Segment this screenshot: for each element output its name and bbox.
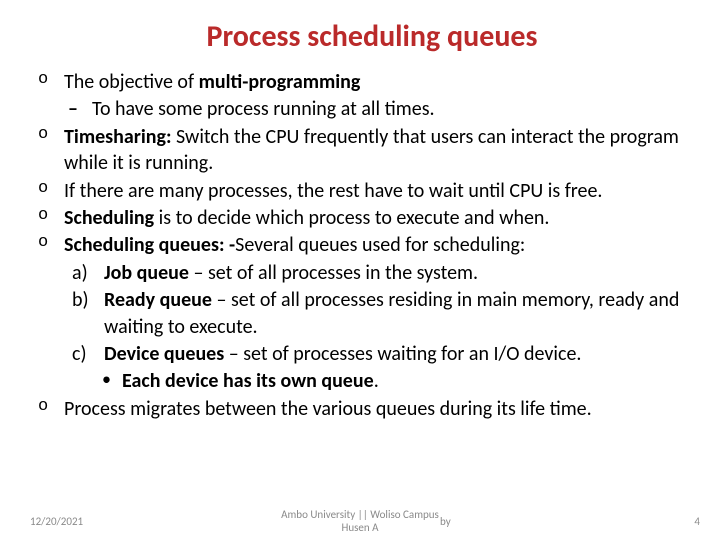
bullet-objective: The objective of multi-programming [34, 69, 710, 95]
footer-center-line1: Ambo University || Woliso Campus [281, 508, 439, 521]
bold-text: multi-programming [199, 70, 361, 94]
subbullet-objective: To have some process running at all time… [34, 96, 710, 122]
slide: Process scheduling queues The objective … [0, 0, 720, 540]
alpha-marker: a) [72, 260, 88, 286]
bold-text: Scheduling [64, 206, 154, 230]
subbullet-devicequeues: c) Device queues – set of processes wait… [34, 341, 710, 367]
bullet-scheduling: Scheduling is to decide which process to… [34, 205, 710, 231]
footer-page-number: 4 [694, 515, 700, 528]
alpha-marker: c) [72, 341, 87, 367]
slide-content: The objective of multi-programming To ha… [34, 69, 710, 422]
text: The objective of [64, 70, 199, 94]
subsubbullet-eachdevice: Each device has its own queue. [34, 368, 710, 394]
bold-text: Device queues [104, 342, 224, 366]
footer-center: Ambo University || Woliso Campus Husen A [0, 508, 720, 534]
slide-title: Process scheduling queues [34, 18, 710, 55]
bullet-migrate: Process migrates between the various que… [34, 396, 710, 422]
bullet-manyprocesses: If there are many processes, the rest ha… [34, 178, 710, 204]
footer-center-line2: Husen A [341, 521, 378, 534]
text: Process migrates between the various que… [64, 397, 592, 421]
subbullet-readyqueue: b) Ready queue – set of all processes re… [34, 287, 710, 340]
text: – set of processes waiting for an I/O de… [224, 342, 581, 366]
alpha-marker: b) [72, 287, 89, 313]
footer-by: by [440, 515, 451, 528]
text: If there are many processes, the rest ha… [64, 179, 602, 203]
bold-text: Scheduling queues: - [64, 233, 235, 257]
bold-text: Job queue [104, 261, 189, 285]
subbullet-jobqueue: a) Job queue – set of all processes in t… [34, 260, 710, 286]
text: To have some process running at all time… [92, 97, 435, 121]
bold-text: Each device has its own queue [122, 369, 374, 393]
bullet-schedulingqueues: Scheduling queues: -Several queues used … [34, 232, 710, 258]
bullet-timesharing: Timesharing: Switch the CPU frequently t… [34, 124, 710, 177]
text: . [374, 369, 379, 393]
bold-text: Ready queue [104, 288, 212, 312]
bold-text: Timesharing: [64, 125, 172, 149]
text: – set of all processes in the system. [189, 261, 478, 285]
text: is to decide which process to execute an… [154, 206, 549, 230]
text: Several queues used for scheduling: [235, 233, 525, 257]
